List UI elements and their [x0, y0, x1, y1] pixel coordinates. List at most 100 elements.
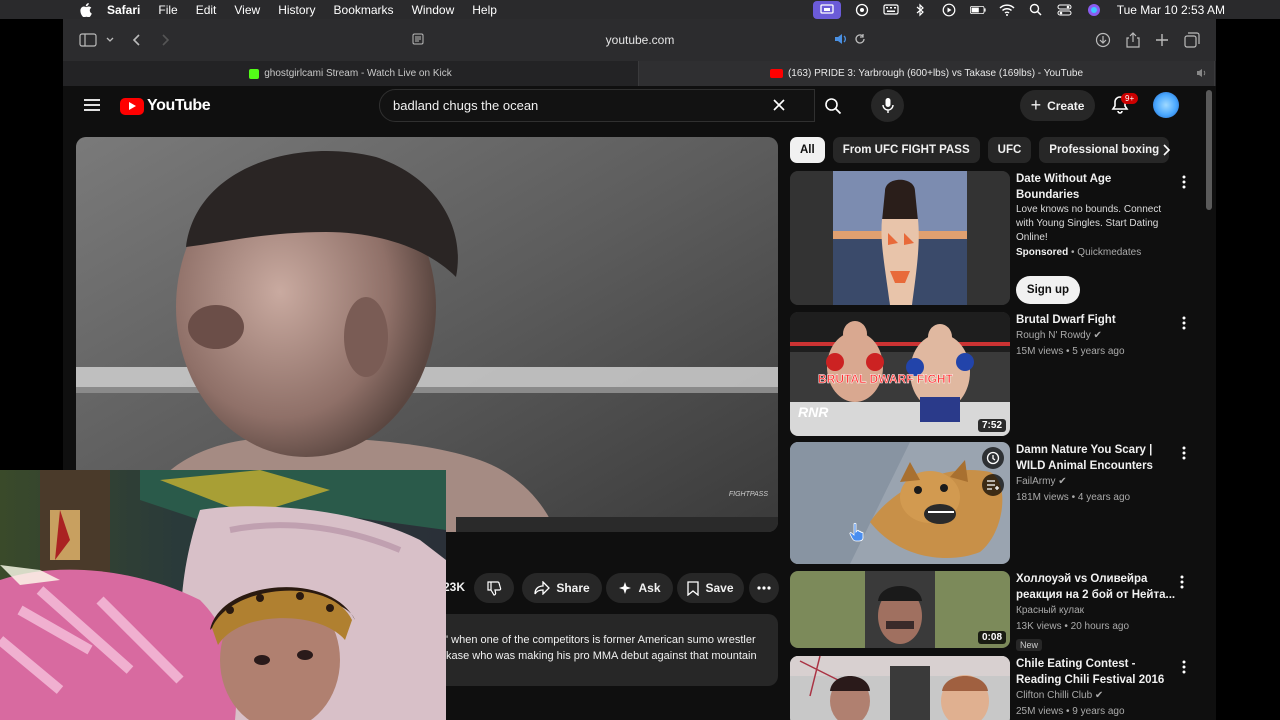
- video-title[interactable]: Damn Nature You Scary | WILD Animal Enco…: [1016, 442, 1176, 474]
- downloads-icon[interactable]: [1094, 31, 1112, 49]
- battery-icon[interactable]: [969, 3, 986, 17]
- page-scrollbar[interactable]: [1206, 90, 1212, 210]
- create-button[interactable]: + Create: [1020, 90, 1095, 121]
- audio-playing-icon[interactable]: [834, 33, 848, 48]
- share-icon[interactable]: [1124, 31, 1142, 49]
- clear-search-icon[interactable]: [772, 98, 786, 115]
- ad-signup-button[interactable]: Sign up: [1016, 276, 1080, 304]
- more-vertical-icon[interactable]: [1182, 660, 1186, 674]
- video-title[interactable]: Холлоуэй vs Оливейра реакция на 2 бой от…: [1016, 571, 1176, 603]
- search-button[interactable]: [815, 89, 851, 122]
- like-count[interactable]: 23K: [443, 580, 465, 594]
- menu-help[interactable]: Help: [472, 3, 497, 17]
- menu-history[interactable]: History: [278, 3, 315, 17]
- watch-later-icon[interactable]: [982, 447, 1004, 469]
- sparkle-icon: [619, 582, 632, 594]
- share-label: Share: [556, 581, 590, 595]
- thumbnail-image: [790, 442, 1010, 564]
- ad-thumbnail[interactable]: [790, 171, 1010, 305]
- video-thumbnail[interactable]: 0:08: [790, 571, 1010, 648]
- video-watermark: FIGHTPASS: [728, 491, 768, 498]
- voice-search-button[interactable]: [871, 89, 904, 122]
- add-to-queue-icon[interactable]: [982, 474, 1004, 496]
- ad-sponsor-line: Sponsored • Quickmedates: [1016, 247, 1142, 258]
- ad-title[interactable]: Date Without Age Boundaries: [1016, 171, 1176, 203]
- video-item[interactable]: Damn Nature You Scary | WILD Animal Enco…: [790, 442, 1210, 566]
- chevron-down-icon[interactable]: [101, 31, 119, 49]
- chip-professional-boxing[interactable]: Professional boxing: [1039, 137, 1170, 163]
- ad-item[interactable]: Date Without Age Boundaries Love knows n…: [790, 171, 1210, 306]
- youtube-logo[interactable]: YouTube: [120, 97, 211, 115]
- more-actions-button[interactable]: [749, 573, 779, 603]
- screen-share-icon[interactable]: [812, 0, 841, 19]
- video-item[interactable]: BRUTAL DWARF FIGHT RNR 7:52 Brutal Dwarf…: [790, 312, 1210, 436]
- url-text[interactable]: youtube.com: [606, 33, 675, 47]
- bluetooth-icon[interactable]: [912, 3, 928, 17]
- menu-icon[interactable]: [83, 98, 101, 112]
- avatar[interactable]: [1153, 92, 1179, 118]
- menu-window[interactable]: Window: [412, 3, 455, 17]
- microphone-icon: [881, 98, 894, 113]
- menu-view[interactable]: View: [234, 3, 260, 17]
- chevron-right-icon[interactable]: [1161, 143, 1171, 162]
- video-title[interactable]: Chile Eating Contest - Reading Chili Fes…: [1016, 656, 1176, 688]
- spotlight-search-icon[interactable]: [1028, 3, 1044, 17]
- now-playing-icon[interactable]: [941, 3, 957, 17]
- save-button[interactable]: Save: [677, 573, 744, 603]
- video-info: Damn Nature You Scary | WILD Animal Enco…: [1016, 442, 1176, 506]
- video-duration: 7:52: [977, 419, 1006, 432]
- webcam-image: [0, 470, 446, 720]
- youtube-play-icon: [120, 97, 144, 115]
- video-thumbnail[interactable]: [790, 442, 1010, 564]
- chip-all[interactable]: All: [790, 137, 825, 163]
- more-vertical-icon[interactable]: [1182, 175, 1186, 189]
- chip-ufc-fight-pass[interactable]: From UFC FIGHT PASS: [832, 137, 980, 163]
- reload-icon[interactable]: [854, 33, 866, 48]
- ask-label: Ask: [638, 581, 661, 595]
- description-line: kase who was making his pro MMA debut ag…: [446, 650, 757, 662]
- video-item[interactable]: Chile Eating Contest - Reading Chili Fes…: [790, 656, 1210, 720]
- channel-name[interactable]: FailArmy: [1016, 476, 1055, 487]
- menu-app-name[interactable]: Safari: [107, 3, 140, 17]
- tab-audio-icon[interactable]: [1196, 68, 1208, 81]
- channel-name[interactable]: Clifton Chilli Club: [1016, 690, 1092, 701]
- siri-icon[interactable]: [1086, 3, 1102, 17]
- control-center-icon[interactable]: [1057, 3, 1073, 17]
- filter-chips: All From UFC FIGHT PASS UFC Professional…: [790, 137, 1177, 163]
- sidebar-toggle-icon[interactable]: [79, 31, 97, 49]
- video-title[interactable]: Brutal Dwarf Fight: [1016, 312, 1176, 328]
- menu-file[interactable]: File: [158, 3, 177, 17]
- menu-edit[interactable]: Edit: [196, 3, 217, 17]
- menu-bookmarks[interactable]: Bookmarks: [334, 3, 394, 17]
- video-thumbnail[interactable]: [790, 656, 1010, 720]
- sync-icon[interactable]: [854, 3, 870, 17]
- more-vertical-icon[interactable]: [1180, 575, 1184, 589]
- new-tab-icon[interactable]: [1153, 31, 1171, 49]
- channel-name[interactable]: Красный кулак: [1016, 603, 1176, 619]
- apple-icon[interactable]: [79, 2, 93, 17]
- ask-button[interactable]: Ask: [606, 573, 673, 603]
- more-vertical-icon[interactable]: [1182, 446, 1186, 460]
- video-info: Холлоуэй vs Оливейра реакция на 2 бой от…: [1016, 571, 1176, 653]
- dislike-button[interactable]: [474, 573, 514, 603]
- keyboard-icon[interactable]: [883, 3, 899, 17]
- wifi-icon[interactable]: [999, 3, 1015, 17]
- search-value[interactable]: badland chugs the ocean: [393, 98, 538, 113]
- channel-name[interactable]: Rough N' Rowdy: [1016, 330, 1091, 341]
- share-button[interactable]: Share: [522, 573, 602, 603]
- advertiser-name: Quickmedates: [1077, 247, 1142, 258]
- description-text[interactable]: ' when one of the competitors is former …: [446, 632, 786, 664]
- video-thumbnail[interactable]: BRUTAL DWARF FIGHT RNR 7:52: [790, 312, 1010, 436]
- page-menu-icon[interactable]: [412, 33, 424, 48]
- forward-icon[interactable]: [156, 31, 174, 49]
- video-item[interactable]: 0:08 Холлоуэй vs Оливейра реакция на 2 б…: [790, 571, 1210, 651]
- tab-overview-icon[interactable]: [1183, 31, 1201, 49]
- chip-ufc[interactable]: UFC: [987, 137, 1032, 163]
- back-icon[interactable]: [128, 31, 146, 49]
- menu-clock[interactable]: Tue Mar 10 2:53 AM: [1117, 3, 1225, 17]
- address-bar[interactable]: youtube.com: [408, 28, 872, 52]
- tab-kick[interactable]: ghostgirlcami Stream - Watch Live on Kic…: [63, 61, 639, 86]
- search-input[interactable]: badland chugs the ocean: [379, 89, 815, 122]
- more-vertical-icon[interactable]: [1182, 316, 1186, 330]
- tab-youtube[interactable]: (163) PRIDE 3: Yarbrough (600+lbs) vs Ta…: [639, 61, 1215, 86]
